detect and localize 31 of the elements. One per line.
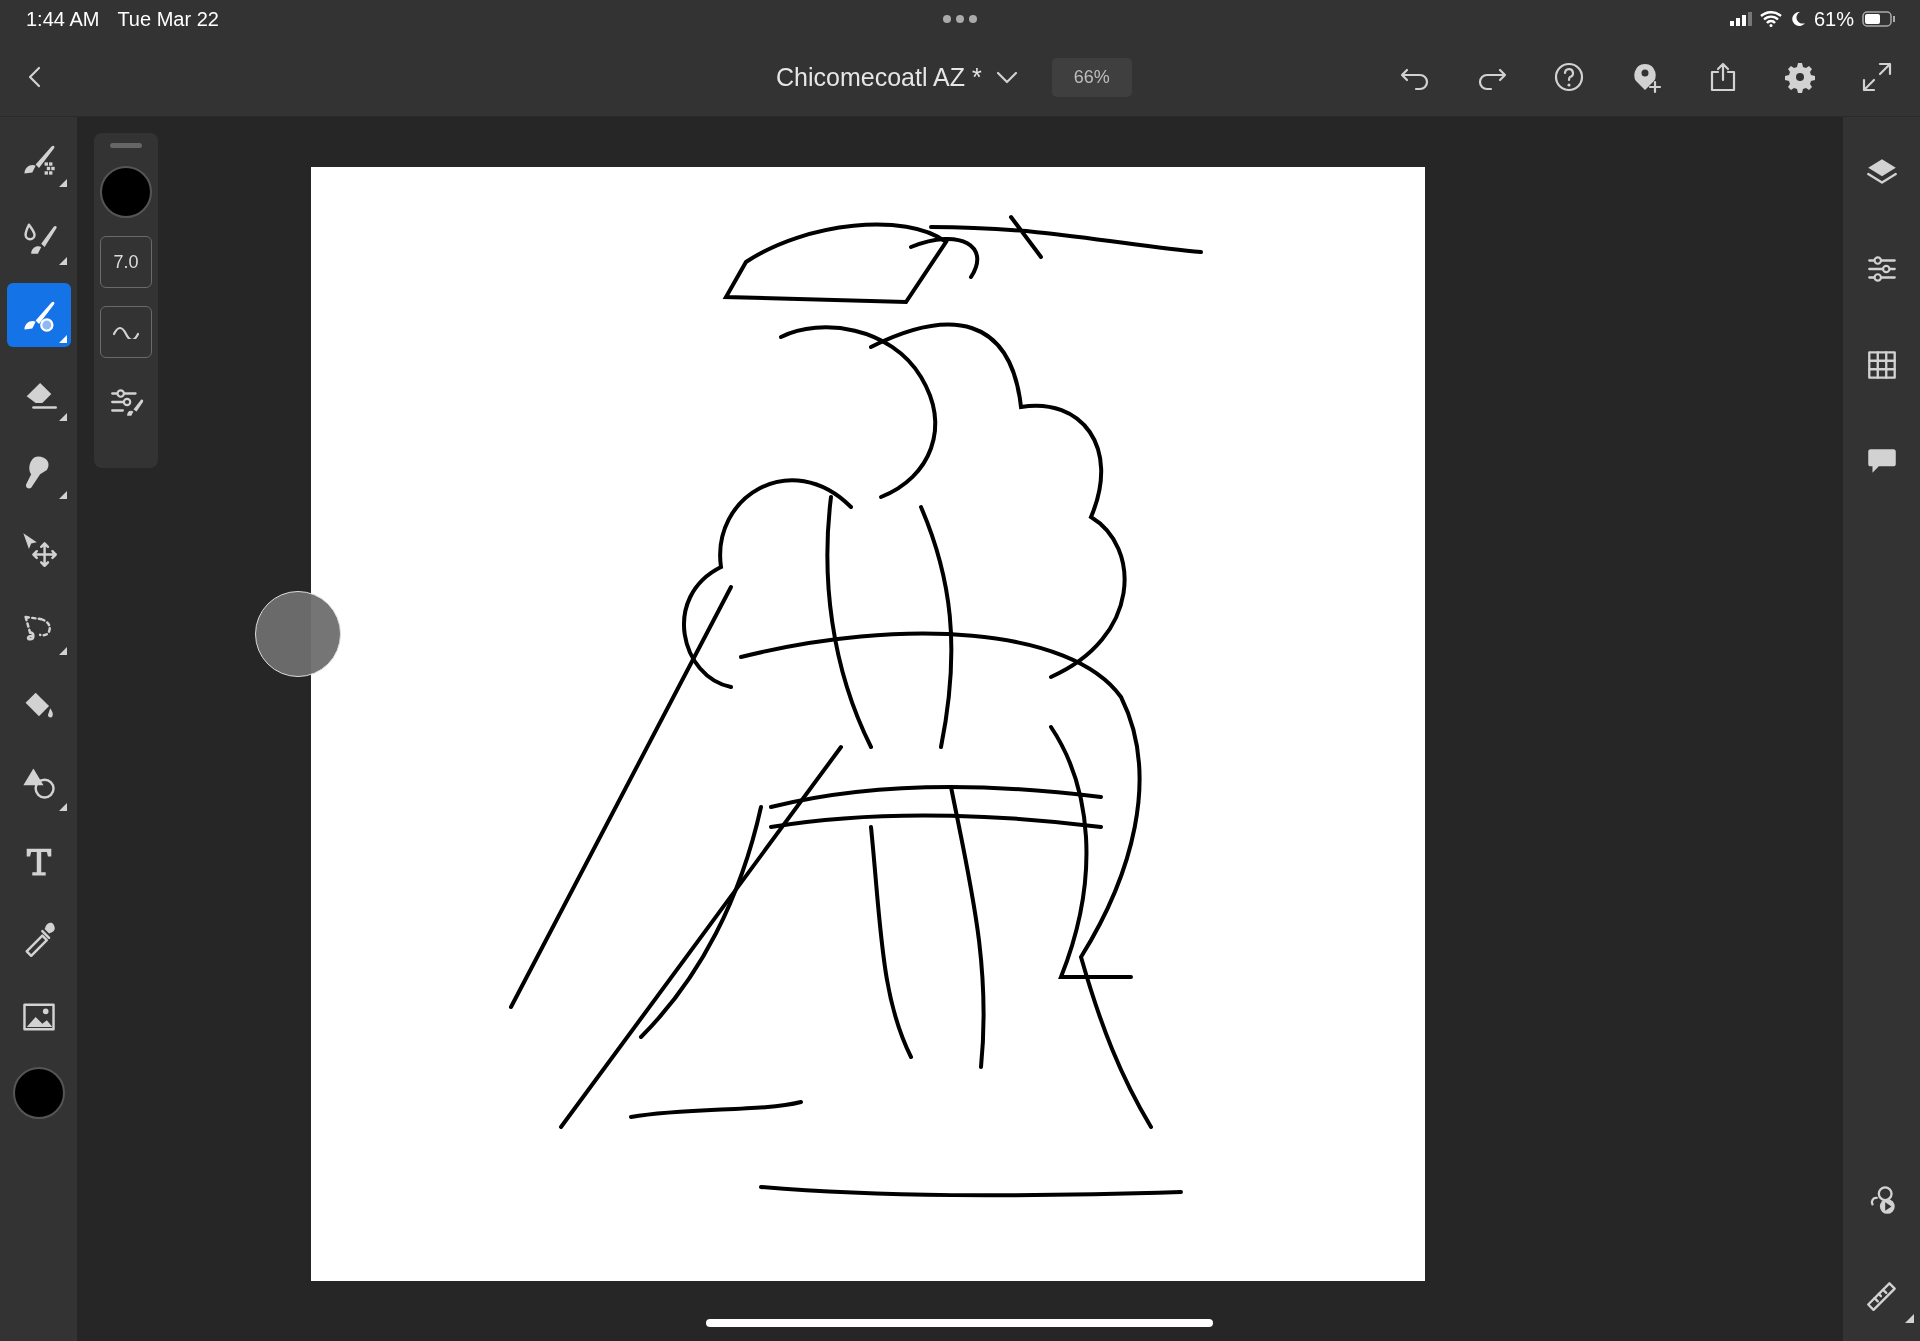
date-text: Tue Mar 22 — [117, 7, 219, 31]
drag-handle[interactable] — [110, 143, 142, 148]
drawing-canvas[interactable] — [311, 167, 1425, 1281]
flyout-triangle-icon — [58, 257, 67, 265]
wave-icon — [112, 325, 140, 339]
color-swatch[interactable] — [12, 1067, 65, 1119]
brush-size-button[interactable]: 7.0 — [100, 236, 152, 288]
flyout-triangle-icon — [58, 335, 67, 343]
flyout-triangle-icon — [58, 803, 67, 811]
fullscreen-icon — [1860, 60, 1894, 94]
battery-icon — [1862, 11, 1896, 27]
brush-color-swatch[interactable] — [100, 166, 152, 218]
vector-brush-tool[interactable] — [6, 283, 71, 347]
clock-time: 1:44 AM — [26, 7, 100, 31]
flyout-triangle-icon — [58, 179, 67, 187]
help-icon — [1552, 60, 1586, 94]
smoothing-button[interactable] — [100, 306, 152, 358]
battery-percent: 61% — [1813, 7, 1854, 31]
document-title[interactable]: Chicomecoatl AZ * — [776, 63, 982, 92]
moon-icon — [1789, 11, 1806, 27]
wifi-icon — [1759, 11, 1782, 27]
back-icon — [28, 66, 41, 88]
flyout-triangle-icon — [58, 491, 67, 499]
multitasking-dots-icon[interactable] — [942, 14, 978, 24]
flyout-triangle-icon — [58, 413, 67, 421]
settings-icon — [1783, 60, 1817, 94]
flyout-triangle-icon — [58, 647, 67, 655]
title-dropdown-icon — [995, 71, 1018, 84]
flyout-triangle-icon — [1904, 1314, 1914, 1323]
zoom-level[interactable]: 66% — [1051, 58, 1132, 97]
signal-icon — [1729, 12, 1752, 26]
